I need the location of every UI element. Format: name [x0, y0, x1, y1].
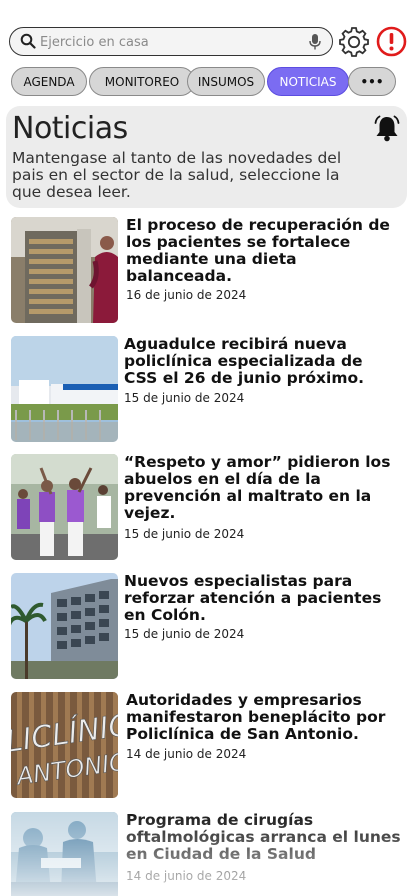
tab-noticias[interactable]: NOTICIAS	[267, 67, 349, 96]
news-thumbnail: LICLÍNICA ANTONIO	[11, 692, 118, 798]
tab-insumos[interactable]: INSUMOS	[187, 67, 265, 96]
gear-icon[interactable]	[338, 26, 370, 58]
news-title: Aguadulce recibirá nueva policlínica esp…	[124, 335, 365, 387]
tab-monitoreo[interactable]: MONITOREO	[89, 67, 195, 96]
news-item[interactable]: El proceso de recuperación de los pacien…	[11, 217, 401, 325]
news-header: Noticias Mantengase al tanto de las nove…	[6, 106, 407, 208]
news-title: “Respeto y amor” pidieron los abuelos en…	[124, 453, 391, 522]
page-subtitle: Mantengase al tanto de las novedades del…	[12, 149, 342, 201]
news-item[interactable]: Aguadulce recibirá nueva policlínica esp…	[11, 336, 401, 444]
news-date: 15 de junio de 2024	[124, 391, 245, 405]
news-thumbnail	[11, 454, 118, 560]
news-thumbnail	[11, 573, 118, 679]
news-item[interactable]: Programa de cirugías oftalmológicas arra…	[11, 812, 401, 896]
news-date: 15 de junio de 2024	[124, 627, 245, 641]
news-title: Programa de cirugías oftalmológicas arra…	[126, 811, 401, 863]
news-thumbnail	[11, 812, 118, 896]
top-bar	[9, 26, 407, 58]
news-item[interactable]: Nuevos especialistas para reforzar atenc…	[11, 573, 401, 681]
news-thumbnail	[11, 336, 118, 442]
bell-icon[interactable]	[372, 114, 402, 144]
category-tabs: AGENDA MONITOREO INSUMOS NOTICIAS •••	[11, 67, 401, 96]
page-title: Noticias	[12, 111, 128, 146]
search-icon	[20, 33, 36, 49]
news-title: Autoridades y empresarios manifestaron b…	[126, 691, 386, 743]
search-input[interactable]	[40, 32, 290, 52]
news-date: 15 de junio de 2024	[124, 527, 245, 541]
mic-icon[interactable]	[308, 33, 322, 51]
alert-icon[interactable]	[376, 26, 407, 57]
news-thumbnail	[11, 217, 118, 323]
search-bar[interactable]	[9, 27, 333, 56]
news-date: 16 de junio de 2024	[126, 288, 247, 302]
news-title: El proceso de recuperación de los pacien…	[126, 216, 390, 285]
news-item[interactable]: “Respeto y amor” pidieron los abuelos en…	[11, 454, 401, 562]
tab-agenda[interactable]: AGENDA	[11, 67, 87, 96]
news-date: 14 de junio de 2024	[126, 869, 247, 883]
news-title: Nuevos especialistas para reforzar atenc…	[124, 572, 382, 624]
tab-more[interactable]: •••	[348, 67, 396, 96]
news-item[interactable]: LICLÍNICA ANTONIO Autoridades y empresar…	[11, 692, 401, 800]
news-date: 14 de junio de 2024	[126, 747, 247, 761]
